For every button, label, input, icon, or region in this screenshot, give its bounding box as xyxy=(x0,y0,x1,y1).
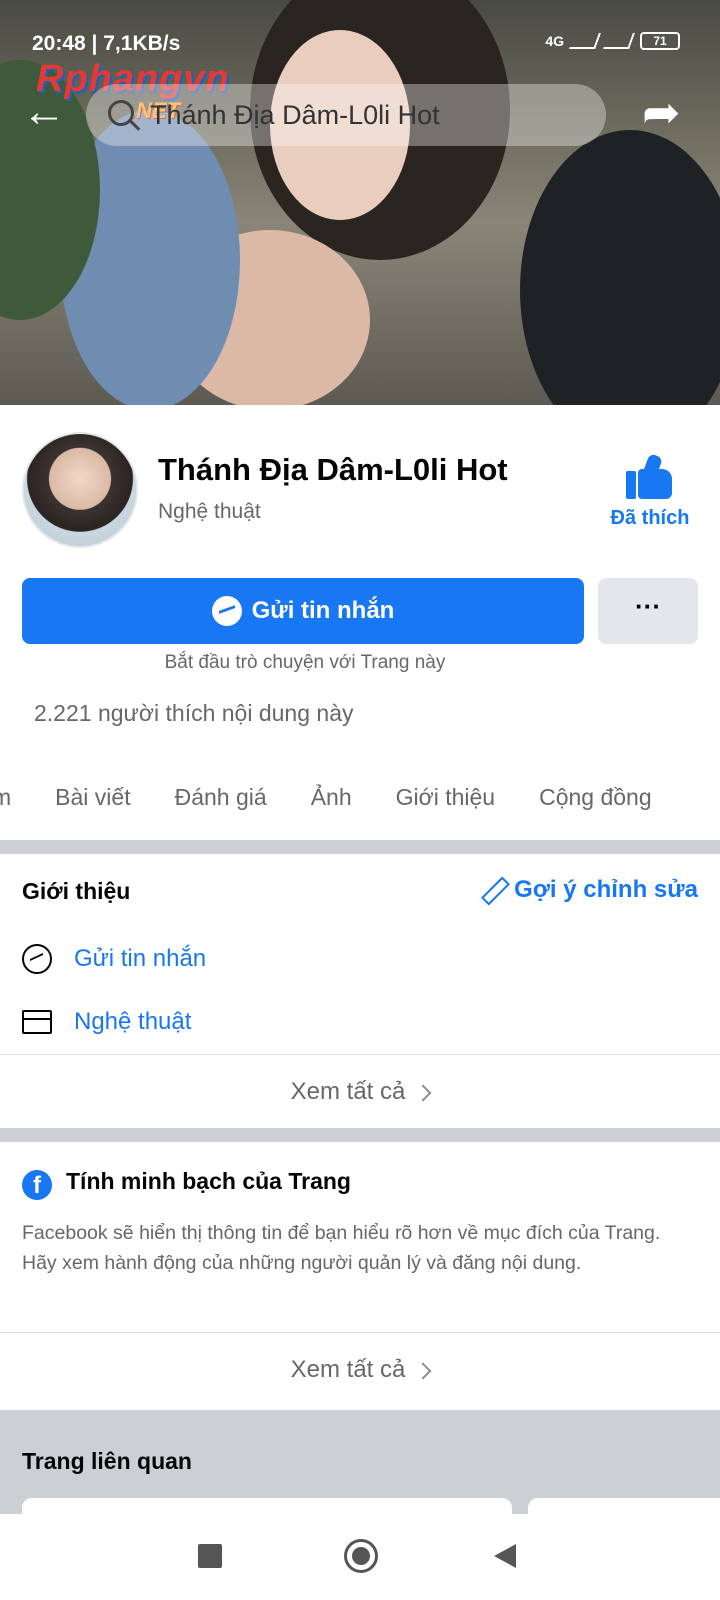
see-all-label: Xem tất cả xyxy=(290,1356,406,1383)
messenger-icon xyxy=(211,596,242,626)
suggest-edit-label: Gợi ý chỉnh sửa xyxy=(514,876,698,903)
section-divider xyxy=(0,840,720,854)
related-pages-title: Trang liên quan xyxy=(22,1448,192,1474)
liked-button[interactable]: Đã thích xyxy=(600,453,700,530)
status-icons: 4G 71 xyxy=(545,32,680,50)
tab-cut-off[interactable]: m xyxy=(0,778,33,824)
back-icon[interactable] xyxy=(494,1544,516,1568)
recent-apps-icon[interactable] xyxy=(198,1544,222,1568)
tab-posts[interactable]: Bài viết xyxy=(33,778,152,824)
status-bar: 20:48 | 7,1KB/s 4G 71 xyxy=(0,28,720,58)
battery-icon: 71 xyxy=(640,32,680,50)
liked-label: Đã thích xyxy=(610,507,690,529)
page-avatar[interactable] xyxy=(22,432,138,548)
messenger-icon xyxy=(22,944,52,974)
signal-icon-2 xyxy=(603,33,635,49)
page-tabs: m Bài viết Đánh giá Ảnh Giới thiệu Cộng … xyxy=(0,778,720,824)
tab-about[interactable]: Giới thiệu xyxy=(374,778,517,824)
more-options-button[interactable]: ··· xyxy=(598,578,698,644)
share-icon[interactable]: ➦ xyxy=(642,89,692,135)
back-arrow-icon[interactable]: ← xyxy=(22,90,68,138)
likes-count: 2.221 người thích nội dung này xyxy=(34,700,354,726)
intro-row-label: Nghệ thuật xyxy=(74,1008,192,1035)
intro-title: Giới thiệu xyxy=(22,878,131,904)
search-icon xyxy=(108,100,134,126)
send-message-label: Gửi tin nhắn xyxy=(251,597,395,624)
suggest-edit-link[interactable]: Gợi ý chỉnh sửa xyxy=(482,876,698,904)
chevron-right-icon xyxy=(414,1084,432,1102)
row-separator xyxy=(0,1054,720,1055)
page-category: Nghệ thuật xyxy=(158,500,261,523)
thumbs-up-icon xyxy=(626,453,674,499)
category-icon xyxy=(22,1010,52,1034)
intro-row-message[interactable]: Gửi tin nhắn xyxy=(22,944,206,974)
transparency-title: Tính minh bạch của Trang xyxy=(66,1168,351,1194)
cover-background-person xyxy=(520,130,720,405)
section-divider xyxy=(0,1128,720,1142)
intro-row-category[interactable]: Nghệ thuật xyxy=(22,1008,191,1036)
page-title: Thánh Địa Dâm-L0li Hot xyxy=(158,452,508,487)
tab-photos[interactable]: Ảnh xyxy=(289,778,374,824)
system-nav-bar xyxy=(0,1514,720,1600)
intro-see-all[interactable]: Xem tất cả xyxy=(0,1078,720,1106)
tab-reviews[interactable]: Đánh giá xyxy=(153,778,289,824)
transparency-see-all[interactable]: Xem tất cả xyxy=(0,1356,720,1384)
search-bar[interactable]: Thánh Địa Dâm-L0li Hot xyxy=(86,84,606,146)
transparency-description: Facebook sẽ hiển thị thông tin để bạn hi… xyxy=(22,1222,661,1274)
chevron-right-icon xyxy=(414,1362,432,1380)
facebook-icon: f xyxy=(22,1170,52,1200)
see-all-label: Xem tất cả xyxy=(290,1078,406,1105)
send-message-button[interactable]: Gửi tin nhắn xyxy=(22,578,584,644)
home-icon[interactable] xyxy=(344,1539,378,1573)
status-time-speed: 20:48 | 7,1KB/s xyxy=(32,32,181,55)
tab-community[interactable]: Cộng đồng xyxy=(517,778,674,824)
pencil-icon xyxy=(482,878,506,902)
network-label: 4G xyxy=(545,33,564,49)
row-separator xyxy=(0,1332,720,1333)
intro-row-label: Gửi tin nhắn xyxy=(74,945,207,972)
message-hint: Bắt đầu trò chuyện với Trang này xyxy=(164,652,446,673)
signal-icon xyxy=(569,33,601,49)
search-text: Thánh Địa Dâm-L0li Hot xyxy=(150,100,440,130)
